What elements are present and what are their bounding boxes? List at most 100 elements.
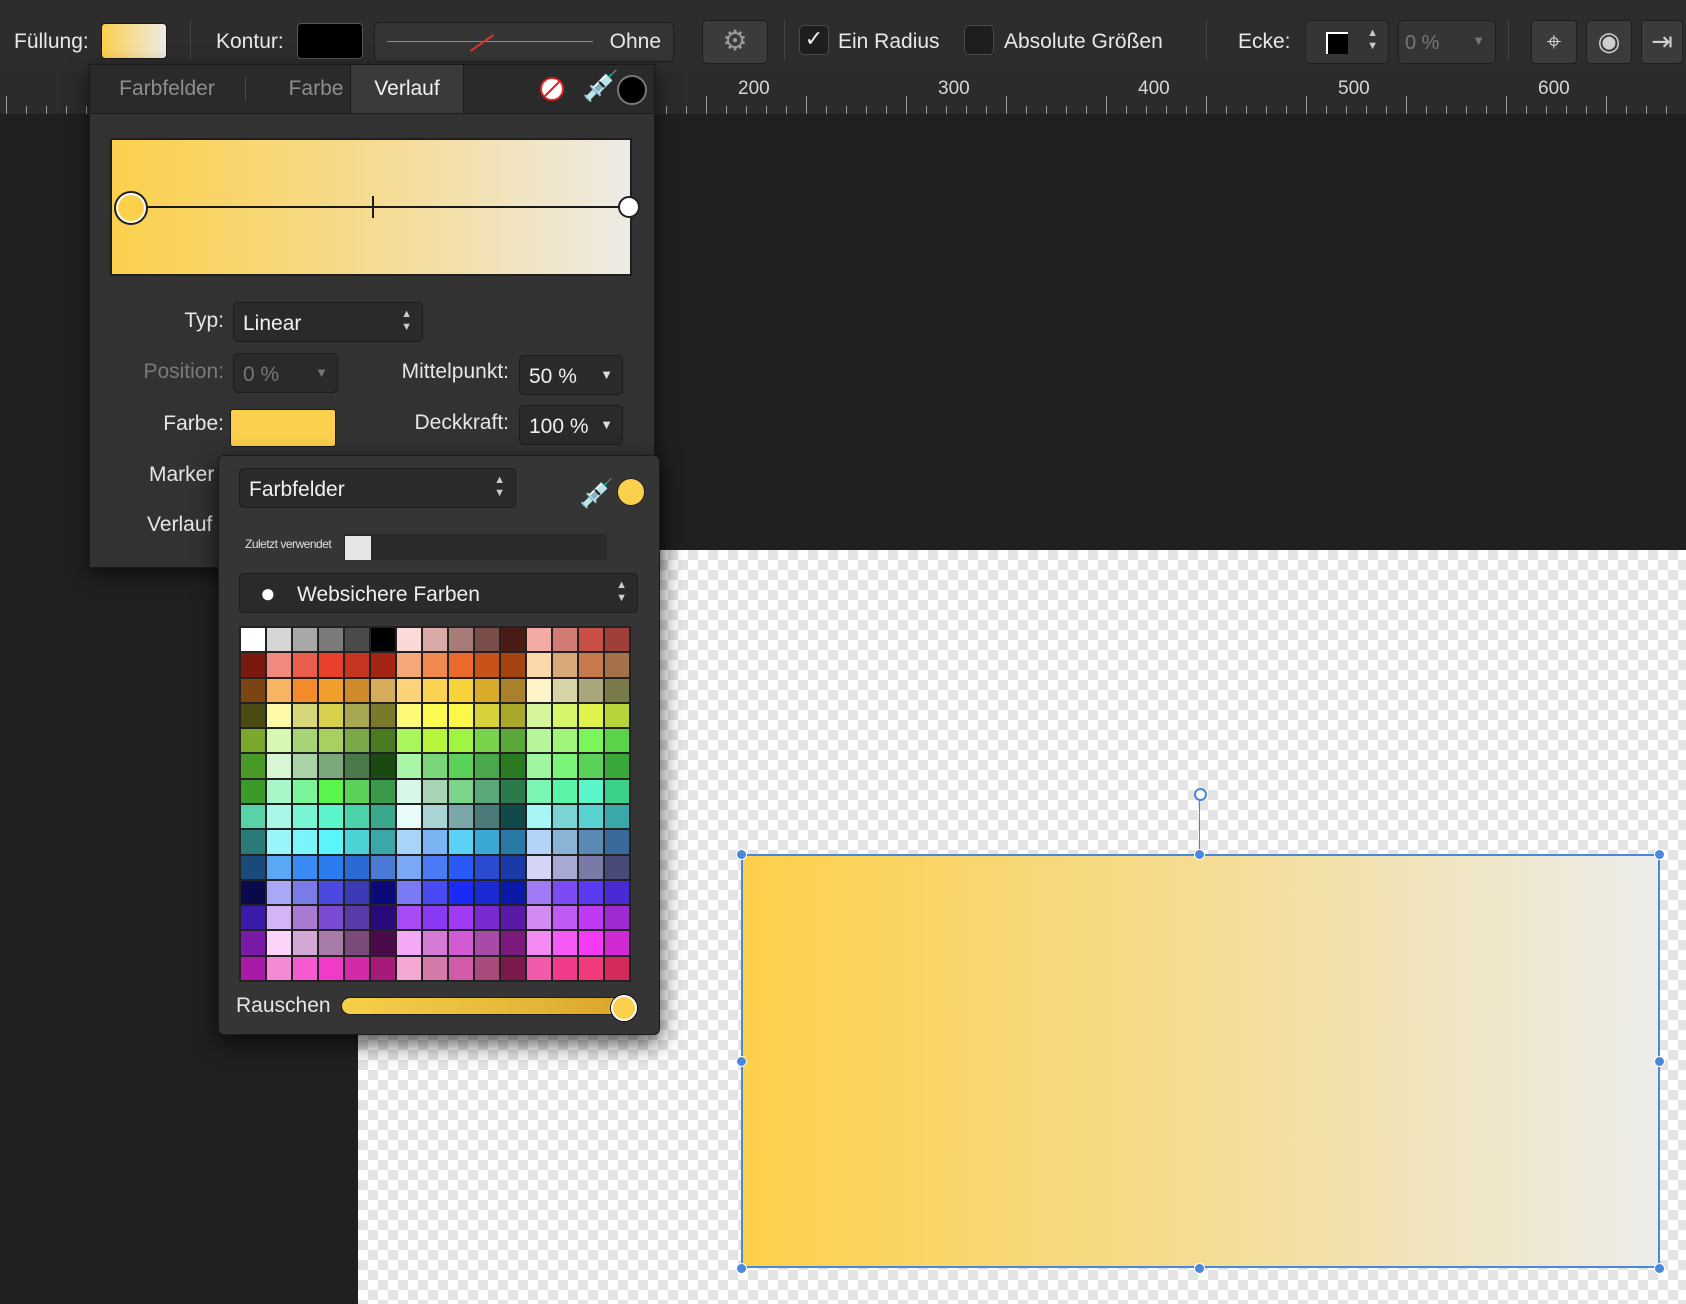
color-swatch[interactable] xyxy=(267,830,291,854)
color-swatch[interactable] xyxy=(449,956,473,980)
color-swatch[interactable] xyxy=(293,880,317,905)
color-swatch[interactable] xyxy=(241,830,265,854)
color-swatch[interactable] xyxy=(371,805,395,829)
color-swatch[interactable] xyxy=(527,678,551,702)
color-swatch[interactable] xyxy=(371,931,395,955)
color-swatch[interactable] xyxy=(449,855,473,879)
resize-handle-top-right[interactable] xyxy=(1654,849,1665,860)
midpoint-input[interactable]: 50 % ▼ xyxy=(519,355,623,395)
color-swatch[interactable] xyxy=(423,956,447,980)
color-swatch[interactable] xyxy=(605,931,629,955)
color-swatch[interactable] xyxy=(293,628,317,652)
color-swatch[interactable] xyxy=(527,956,551,980)
color-swatch[interactable] xyxy=(293,779,317,803)
color-swatch[interactable] xyxy=(241,703,265,728)
current-color-dot[interactable] xyxy=(617,478,645,506)
color-swatch[interactable] xyxy=(319,855,343,879)
color-swatch[interactable] xyxy=(267,931,291,955)
gradient-midpoint-marker[interactable] xyxy=(372,196,374,218)
color-swatch[interactable] xyxy=(475,855,499,879)
color-swatch[interactable] xyxy=(267,678,291,702)
color-swatch[interactable] xyxy=(423,906,447,930)
color-swatch[interactable] xyxy=(605,653,629,677)
color-swatch[interactable] xyxy=(449,805,473,829)
palette-select[interactable]: ● Websichere Farben ▲ ▼ xyxy=(239,573,638,613)
color-swatch[interactable] xyxy=(319,628,343,652)
color-swatch[interactable] xyxy=(397,830,421,854)
color-swatch[interactable] xyxy=(579,754,603,778)
color-swatch[interactable] xyxy=(397,703,421,728)
color-swatch[interactable] xyxy=(605,729,629,753)
color-swatch[interactable] xyxy=(241,729,265,753)
color-swatch[interactable] xyxy=(449,678,473,702)
color-swatch[interactable] xyxy=(371,880,395,905)
color-swatch[interactable] xyxy=(605,906,629,930)
color-swatch[interactable] xyxy=(553,855,577,879)
color-swatch[interactable] xyxy=(345,653,369,677)
fill-swatch-button[interactable] xyxy=(101,23,167,59)
color-swatch[interactable] xyxy=(475,805,499,829)
color-swatch[interactable] xyxy=(371,653,395,677)
color-swatch[interactable] xyxy=(397,729,421,753)
noise-slider-track[interactable] xyxy=(341,997,623,1015)
color-swatch[interactable] xyxy=(449,754,473,778)
color-swatch[interactable] xyxy=(345,906,369,930)
color-swatch[interactable] xyxy=(397,628,421,652)
color-swatch[interactable] xyxy=(241,880,265,905)
rotation-handle[interactable] xyxy=(1194,788,1207,801)
color-swatch[interactable] xyxy=(397,880,421,905)
color-swatch[interactable] xyxy=(397,653,421,677)
stroke-style-button[interactable]: Ohne xyxy=(374,22,674,62)
color-swatch[interactable] xyxy=(527,880,551,905)
crosshair-button[interactable]: ⌖ xyxy=(1531,20,1577,64)
color-mode-select[interactable]: Farbfelder ▲ ▼ xyxy=(239,468,516,508)
color-swatch[interactable] xyxy=(241,678,265,702)
eyedropper-icon[interactable]: 💉 xyxy=(582,69,619,104)
color-swatch[interactable] xyxy=(319,703,343,728)
color-swatch[interactable] xyxy=(423,703,447,728)
color-swatch[interactable] xyxy=(527,931,551,955)
color-swatch[interactable] xyxy=(501,779,525,803)
current-color-dot[interactable] xyxy=(617,75,647,105)
color-swatch[interactable] xyxy=(371,729,395,753)
color-swatch[interactable] xyxy=(267,653,291,677)
color-swatch[interactable] xyxy=(345,805,369,829)
color-swatch[interactable] xyxy=(267,628,291,652)
color-swatch[interactable] xyxy=(605,779,629,803)
color-swatch[interactable] xyxy=(397,906,421,930)
color-swatch[interactable] xyxy=(371,855,395,879)
color-swatch[interactable] xyxy=(345,931,369,955)
recent-color-swatch[interactable] xyxy=(345,536,371,560)
color-swatch[interactable] xyxy=(423,754,447,778)
color-swatch[interactable] xyxy=(579,779,603,803)
color-swatch[interactable] xyxy=(605,880,629,905)
color-swatch[interactable] xyxy=(241,956,265,980)
color-swatch[interactable] xyxy=(501,830,525,854)
color-swatch[interactable] xyxy=(579,678,603,702)
color-swatch[interactable] xyxy=(553,729,577,753)
color-swatch[interactable] xyxy=(449,830,473,854)
color-swatch[interactable] xyxy=(241,754,265,778)
color-swatch[interactable] xyxy=(371,830,395,854)
color-swatch[interactable] xyxy=(501,754,525,778)
color-swatch[interactable] xyxy=(527,805,551,829)
color-swatch[interactable] xyxy=(475,830,499,854)
color-swatch[interactable] xyxy=(553,754,577,778)
color-swatch[interactable] xyxy=(579,628,603,652)
color-swatch[interactable] xyxy=(553,678,577,702)
color-swatch[interactable] xyxy=(241,805,265,829)
color-swatch[interactable] xyxy=(319,931,343,955)
color-swatch[interactable] xyxy=(501,805,525,829)
color-swatch[interactable] xyxy=(319,678,343,702)
color-swatch[interactable] xyxy=(267,805,291,829)
color-swatch[interactable] xyxy=(397,855,421,879)
color-swatch[interactable] xyxy=(527,628,551,652)
color-swatch[interactable] xyxy=(371,754,395,778)
color-swatch[interactable] xyxy=(553,805,577,829)
color-swatch[interactable] xyxy=(501,931,525,955)
color-swatch[interactable] xyxy=(553,931,577,955)
color-swatch[interactable] xyxy=(449,729,473,753)
color-swatch[interactable] xyxy=(527,855,551,879)
color-swatch[interactable] xyxy=(475,906,499,930)
color-swatch[interactable] xyxy=(267,754,291,778)
